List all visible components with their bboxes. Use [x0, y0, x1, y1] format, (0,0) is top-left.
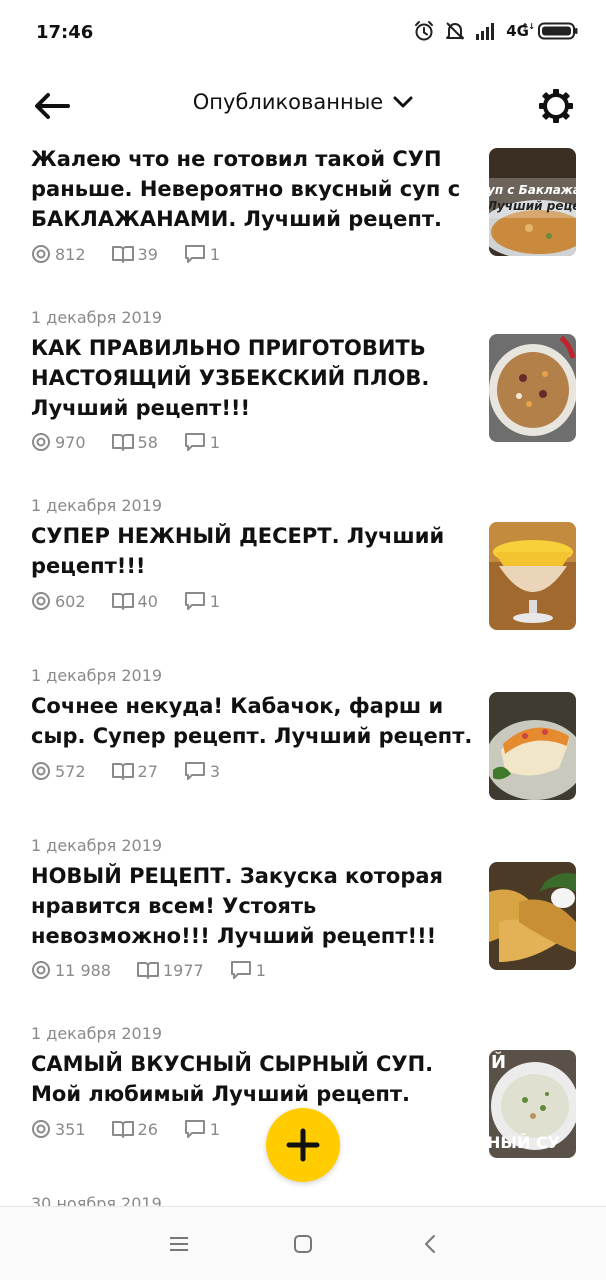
publication-filter-dropdown[interactable]: Опубликованные	[0, 90, 606, 114]
comment-icon	[184, 592, 205, 610]
views-stat: 351	[31, 1119, 86, 1139]
reads-stat: 39	[111, 245, 158, 264]
views-stat: 602	[31, 591, 86, 611]
plus-icon	[286, 1128, 320, 1162]
back-triangle-icon	[425, 1235, 435, 1253]
post-thumbnail[interactable]: уп с Баклажа Лучший рецеп	[489, 148, 576, 256]
system-nav-bar	[0, 1206, 606, 1280]
publications-list[interactable]: Жалею что не готовил такой СУП раньше. Н…	[0, 136, 606, 1206]
book-icon	[111, 434, 134, 451]
post-date: 1 декабря 2019	[31, 496, 163, 515]
menu-icon	[170, 1237, 188, 1251]
post-card[interactable]: 1 декабря 2019 СУПЕР НЕЖНЫЙ ДЕСЕРТ. Лучш…	[0, 494, 606, 644]
reads-stat: 26	[111, 1120, 158, 1139]
post-title[interactable]: НОВЫЙ РЕЦЕПТ. Закуска которая нравится в…	[31, 861, 479, 951]
page-title: Опубликованные	[192, 90, 384, 114]
post-stats: 970 58 1	[31, 431, 246, 453]
battery-icon	[538, 22, 578, 40]
comment-icon	[184, 245, 205, 263]
views-stat: 11 988	[31, 960, 111, 980]
post-thumbnail[interactable]	[489, 334, 576, 442]
book-icon	[136, 962, 159, 979]
post-title[interactable]: Сочнее некуда! Кабачок, фарш и сыр. Супе…	[31, 691, 479, 751]
thumb-caption: НЫЙ СУ	[489, 1133, 560, 1152]
post-card[interactable]: 1 декабря 2019 НОВЫЙ РЕЦЕПТ. Закуска кот…	[0, 834, 606, 1004]
comments-stat: 1	[184, 244, 220, 264]
views-stat: 812	[31, 244, 86, 264]
home-button[interactable]	[290, 1231, 316, 1257]
post-card[interactable]: Жалею что не готовил такой СУП раньше. Н…	[0, 136, 606, 276]
create-post-button[interactable]	[266, 1108, 340, 1182]
post-stats: 351 26 1	[31, 1118, 246, 1140]
thumb-caption: уп с Баклажа	[489, 183, 576, 197]
post-card[interactable]: 1 декабря 2019 Сочнее некуда! Кабачок, ф…	[0, 664, 606, 814]
comment-icon	[230, 961, 251, 979]
comments-stat: 1	[184, 591, 220, 611]
settings-button[interactable]	[536, 86, 576, 126]
status-bar: 17:46 4G ↑↓	[0, 0, 606, 66]
eye-icon	[32, 961, 50, 979]
post-title[interactable]: СУПЕР НЕЖНЫЙ ДЕСЕРТ. Лучший рецепт!!!	[31, 521, 479, 581]
post-date: 1 декабря 2019	[31, 308, 163, 327]
thumb-caption: Лучший рецеп	[489, 199, 576, 213]
eye-icon	[32, 433, 50, 451]
views-stat: 572	[31, 761, 86, 781]
comments-stat: 3	[184, 761, 220, 781]
book-icon	[111, 1121, 134, 1138]
post-stats: 11 988 1977 1	[31, 959, 292, 981]
system-back-button[interactable]	[418, 1231, 444, 1257]
reads-stat: 40	[111, 592, 158, 611]
book-icon	[111, 593, 134, 610]
post-card[interactable]: 30 ноября 2019	[0, 1192, 606, 1206]
post-title[interactable]: Жалею что не готовил такой СУП раньше. Н…	[31, 144, 479, 234]
status-time: 17:46	[36, 22, 94, 43]
book-icon	[111, 763, 134, 780]
reads-stat: 27	[111, 762, 158, 781]
book-icon	[111, 246, 134, 263]
app-header: Опубликованные	[0, 76, 606, 136]
gear-icon	[539, 89, 573, 123]
comment-icon	[184, 433, 205, 451]
post-title[interactable]: КАК ПРАВИЛЬНО ПРИГОТОВИТЬ НАСТОЯЩИЙ УЗБЕ…	[31, 333, 479, 423]
comments-stat: 1	[184, 432, 220, 452]
alarm-icon	[413, 20, 435, 42]
eye-icon	[32, 1120, 50, 1138]
views-stat: 970	[31, 432, 86, 452]
home-square-icon	[294, 1235, 312, 1253]
post-thumbnail[interactable]	[489, 692, 576, 800]
network-type: 4G ↑↓	[506, 22, 535, 40]
eye-icon	[32, 592, 50, 610]
do-not-disturb-icon	[444, 20, 466, 42]
eye-icon	[32, 245, 50, 263]
thumb-caption: Й	[491, 1051, 506, 1073]
status-icons: 4G ↑↓	[413, 20, 578, 42]
post-date: 1 декабря 2019	[31, 666, 163, 685]
post-card[interactable]: 1 декабря 2019 КАК ПРАВИЛЬНО ПРИГОТОВИТЬ…	[0, 306, 606, 476]
comment-icon	[184, 1120, 205, 1138]
post-thumbnail[interactable]	[489, 862, 576, 970]
chevron-down-icon	[393, 96, 413, 108]
post-date: 1 декабря 2019	[31, 1024, 163, 1043]
post-thumbnail[interactable]: Й НЫЙ СУ	[489, 1050, 576, 1158]
post-date: 30 ноября 2019	[31, 1194, 162, 1206]
post-thumbnail[interactable]	[489, 522, 576, 630]
reads-stat: 1977	[136, 961, 204, 980]
recent-apps-button[interactable]	[166, 1231, 192, 1257]
post-stats: 602 40 1	[31, 590, 246, 612]
post-title[interactable]: САМЫЙ ВКУСНЫЙ СЫРНЫЙ СУП. Мой любимый Лу…	[31, 1049, 479, 1109]
comments-stat: 1	[230, 960, 266, 980]
comments-stat: 1	[184, 1119, 220, 1139]
reads-stat: 58	[111, 433, 158, 452]
signal-icon	[475, 22, 497, 40]
post-stats: 812 39 1	[31, 243, 246, 265]
comment-icon	[184, 762, 205, 780]
post-stats: 572 27 3	[31, 760, 246, 782]
post-date: 1 декабря 2019	[31, 836, 163, 855]
eye-icon	[32, 762, 50, 780]
